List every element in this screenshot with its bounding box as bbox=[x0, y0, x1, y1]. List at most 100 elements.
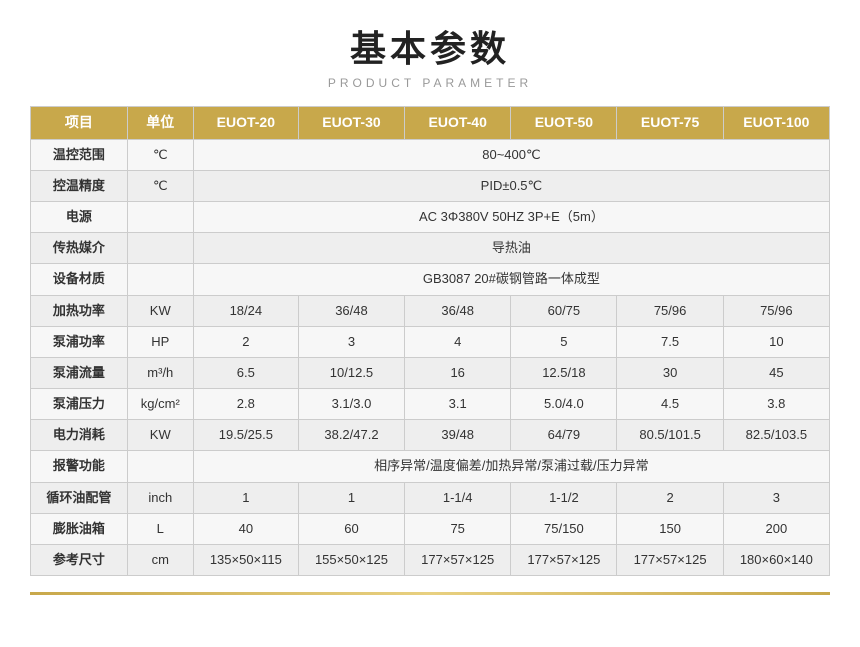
row-span-value: PID±0.5℃ bbox=[193, 170, 829, 201]
row-label: 控温精度 bbox=[31, 170, 128, 201]
row-label: 泵浦压力 bbox=[31, 389, 128, 420]
row-unit bbox=[127, 451, 193, 482]
row-value: 3.8 bbox=[723, 389, 829, 420]
row-value: 36/48 bbox=[298, 295, 404, 326]
row-label: 参考尺寸 bbox=[31, 545, 128, 576]
row-value: 4 bbox=[405, 326, 511, 357]
col-header-0: 项目 bbox=[31, 107, 128, 140]
col-header-1: 单位 bbox=[127, 107, 193, 140]
row-value: 177×57×125 bbox=[405, 545, 511, 576]
row-label: 循环油配管 bbox=[31, 482, 128, 513]
col-header-3: EUOT-30 bbox=[298, 107, 404, 140]
col-header-4: EUOT-40 bbox=[405, 107, 511, 140]
row-span-value: AC 3Φ380V 50HZ 3P+E（5m） bbox=[193, 201, 829, 232]
row-value: 135×50×115 bbox=[193, 545, 298, 576]
page-wrapper: 基本参数 PRODUCT PARAMETER 项目 单位 EUOT-20 EUO… bbox=[0, 0, 860, 615]
row-label: 设备材质 bbox=[31, 264, 128, 295]
row-unit: cm bbox=[127, 545, 193, 576]
row-unit: ℃ bbox=[127, 139, 193, 170]
row-unit bbox=[127, 201, 193, 232]
row-label: 膨胀油箱 bbox=[31, 513, 128, 544]
row-span-value: 导热油 bbox=[193, 233, 829, 264]
row-label: 泵浦功率 bbox=[31, 326, 128, 357]
col-header-5: EUOT-50 bbox=[511, 107, 617, 140]
row-value: 150 bbox=[617, 513, 723, 544]
row-value: 1 bbox=[193, 482, 298, 513]
table-row: 泵浦流量m³/h6.510/12.51612.5/183045 bbox=[31, 357, 830, 388]
row-value: 2 bbox=[193, 326, 298, 357]
row-label: 温控范围 bbox=[31, 139, 128, 170]
row-unit bbox=[127, 264, 193, 295]
table-row: 电力消耗KW19.5/25.538.2/47.239/4864/7980.5/1… bbox=[31, 420, 830, 451]
col-header-7: EUOT-100 bbox=[723, 107, 829, 140]
row-value: 1-1/2 bbox=[511, 482, 617, 513]
row-unit: kg/cm² bbox=[127, 389, 193, 420]
row-span-value: 80~400℃ bbox=[193, 139, 829, 170]
row-value: 155×50×125 bbox=[298, 545, 404, 576]
row-value: 177×57×125 bbox=[617, 545, 723, 576]
row-value: 75/96 bbox=[617, 295, 723, 326]
row-value: 40 bbox=[193, 513, 298, 544]
row-value: 1 bbox=[298, 482, 404, 513]
row-span-value: 相序异常/温度偏差/加热异常/泵浦过载/压力异常 bbox=[193, 451, 829, 482]
row-value: 1-1/4 bbox=[405, 482, 511, 513]
row-value: 16 bbox=[405, 357, 511, 388]
row-value: 19.5/25.5 bbox=[193, 420, 298, 451]
row-value: 75/150 bbox=[511, 513, 617, 544]
row-value: 3 bbox=[298, 326, 404, 357]
row-value: 75/96 bbox=[723, 295, 829, 326]
col-header-2: EUOT-20 bbox=[193, 107, 298, 140]
row-value: 64/79 bbox=[511, 420, 617, 451]
row-value: 6.5 bbox=[193, 357, 298, 388]
row-unit: inch bbox=[127, 482, 193, 513]
row-unit: L bbox=[127, 513, 193, 544]
row-label: 电源 bbox=[31, 201, 128, 232]
params-table: 项目 单位 EUOT-20 EUOT-30 EUOT-40 EUOT-50 EU… bbox=[30, 106, 830, 576]
row-value: 200 bbox=[723, 513, 829, 544]
table-row: 报警功能 相序异常/温度偏差/加热异常/泵浦过载/压力异常 bbox=[31, 451, 830, 482]
table-row: 泵浦压力kg/cm²2.83.1/3.03.15.0/4.04.53.8 bbox=[31, 389, 830, 420]
row-value: 10 bbox=[723, 326, 829, 357]
row-value: 4.5 bbox=[617, 389, 723, 420]
table-row: 加热功率KW18/2436/4836/4860/7575/9675/96 bbox=[31, 295, 830, 326]
row-value: 3 bbox=[723, 482, 829, 513]
table-body: 温控范围℃80~400℃控温精度℃PID±0.5℃电源AC 3Φ380V 50H… bbox=[31, 139, 830, 576]
page-subtitle: PRODUCT PARAMETER bbox=[30, 76, 830, 90]
table-row: 泵浦功率HP23457.510 bbox=[31, 326, 830, 357]
row-label: 报警功能 bbox=[31, 451, 128, 482]
row-value: 82.5/103.5 bbox=[723, 420, 829, 451]
row-value: 75 bbox=[405, 513, 511, 544]
row-label: 泵浦流量 bbox=[31, 357, 128, 388]
row-label: 传热媒介 bbox=[31, 233, 128, 264]
row-value: 7.5 bbox=[617, 326, 723, 357]
row-value: 80.5/101.5 bbox=[617, 420, 723, 451]
row-value: 60 bbox=[298, 513, 404, 544]
table-row: 循环油配管inch111-1/41-1/223 bbox=[31, 482, 830, 513]
bottom-line bbox=[30, 592, 830, 595]
table-row: 设备材质GB3087 20#碳钢管路一体成型 bbox=[31, 264, 830, 295]
row-unit bbox=[127, 233, 193, 264]
row-value: 10/12.5 bbox=[298, 357, 404, 388]
row-value: 12.5/18 bbox=[511, 357, 617, 388]
row-value: 180×60×140 bbox=[723, 545, 829, 576]
row-value: 39/48 bbox=[405, 420, 511, 451]
row-value: 177×57×125 bbox=[511, 545, 617, 576]
table-row: 电源 AC 3Φ380V 50HZ 3P+E（5m） bbox=[31, 201, 830, 232]
row-value: 5 bbox=[511, 326, 617, 357]
row-unit: KW bbox=[127, 420, 193, 451]
row-value: 2.8 bbox=[193, 389, 298, 420]
row-value: 36/48 bbox=[405, 295, 511, 326]
row-value: 2 bbox=[617, 482, 723, 513]
table-header-row: 项目 单位 EUOT-20 EUOT-30 EUOT-40 EUOT-50 EU… bbox=[31, 107, 830, 140]
page-title: 基本参数 bbox=[30, 20, 830, 72]
row-unit: ℃ bbox=[127, 170, 193, 201]
table-row: 参考尺寸cm135×50×115155×50×125177×57×125177×… bbox=[31, 545, 830, 576]
row-label: 电力消耗 bbox=[31, 420, 128, 451]
table-row: 温控范围℃80~400℃ bbox=[31, 139, 830, 170]
table-row: 膨胀油箱L40607575/150150200 bbox=[31, 513, 830, 544]
row-value: 60/75 bbox=[511, 295, 617, 326]
row-value: 30 bbox=[617, 357, 723, 388]
row-value: 5.0/4.0 bbox=[511, 389, 617, 420]
row-value: 38.2/47.2 bbox=[298, 420, 404, 451]
col-header-6: EUOT-75 bbox=[617, 107, 723, 140]
